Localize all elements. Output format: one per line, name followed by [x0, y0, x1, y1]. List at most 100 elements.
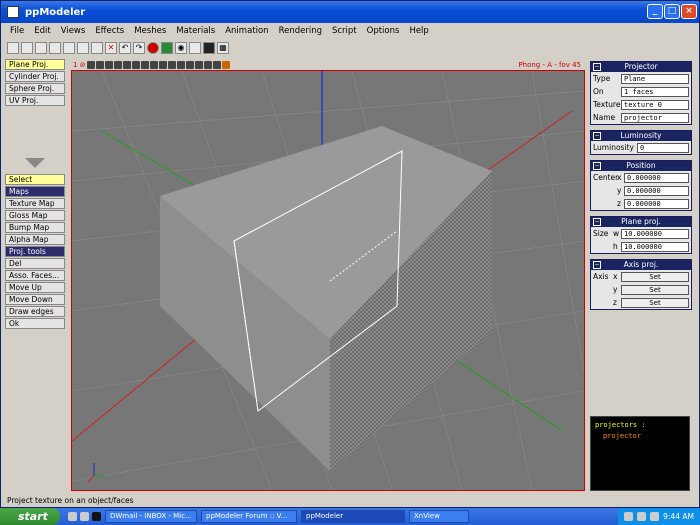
3d-viewport[interactable]	[71, 70, 585, 491]
type-field[interactable]: Plane	[621, 73, 689, 84]
set-y-button[interactable]: Set	[621, 284, 689, 295]
select-button[interactable]: Select	[5, 174, 65, 185]
maximize-button[interactable]: □	[664, 4, 680, 19]
center-y-field[interactable]: 0.000000	[624, 185, 689, 196]
task-dwmail[interactable]: DWmail - INBOX - Mic...	[105, 510, 197, 523]
move-icon[interactable]	[131, 60, 140, 69]
rotate-icon[interactable]	[140, 60, 149, 69]
dolly-icon[interactable]	[203, 60, 212, 69]
delete-icon[interactable]: ✕	[105, 42, 117, 54]
volume-icon[interactable]	[637, 512, 647, 521]
fly-icon[interactable]	[185, 60, 194, 69]
projector-panel-header[interactable]: − Projector	[591, 62, 691, 72]
asso-faces-button[interactable]: Asso. Faces...	[5, 270, 65, 281]
collapse-icon[interactable]: −	[593, 261, 601, 269]
menu-meshes[interactable]: Meshes	[129, 26, 171, 36]
position-panel-header[interactable]: − Position	[591, 161, 691, 171]
luminosity-panel-header[interactable]: − Luminosity	[591, 131, 691, 141]
uv-proj-button[interactable]: UV Proj.	[5, 95, 65, 106]
texture-field[interactable]: texture 0	[621, 99, 689, 110]
scene-canvas[interactable]	[72, 71, 584, 490]
gloss-map-button[interactable]: Gloss Map	[5, 210, 65, 221]
ie-icon[interactable]	[68, 512, 77, 521]
light-icon[interactable]	[167, 60, 176, 69]
cylinder-icon[interactable]	[104, 60, 113, 69]
collapse-icon[interactable]: −	[593, 162, 601, 170]
walk-icon[interactable]	[194, 60, 203, 69]
height-field[interactable]: 10.000000	[621, 241, 689, 252]
material-icon[interactable]	[189, 42, 201, 54]
set-x-button[interactable]: Set	[621, 271, 689, 282]
menu-help[interactable]: Help	[404, 26, 433, 36]
minimize-button[interactable]: _	[647, 4, 663, 19]
menu-script[interactable]: Script	[327, 26, 362, 36]
alpha-map-button[interactable]: Alpha Map	[5, 234, 65, 245]
task-xnview[interactable]: XnView	[409, 510, 469, 523]
maps-button[interactable]: Maps	[5, 186, 65, 197]
start-button[interactable]: start	[0, 508, 60, 525]
camera-icon[interactable]	[122, 60, 131, 69]
axis-proj-panel-header[interactable]: − Axis proj.	[591, 260, 691, 270]
luminosity-field[interactable]: 0	[637, 142, 689, 153]
menu-rendering[interactable]: Rendering	[274, 26, 327, 36]
frame-icon[interactable]: 1 ⊘	[73, 61, 86, 69]
grid-icon[interactable]: ▦	[217, 42, 229, 54]
task-forum[interactable]: ppModeler Forum :: V...	[201, 510, 297, 523]
menu-options[interactable]: Options	[362, 26, 405, 36]
pan-icon[interactable]	[212, 60, 221, 69]
on-field[interactable]: 1 faces	[621, 86, 689, 97]
collapse-icon[interactable]: −	[593, 132, 601, 140]
texture-map-button[interactable]: Texture Map	[5, 198, 65, 209]
center-z-field[interactable]: 0.000000	[624, 198, 689, 209]
move-down-button[interactable]: Move Down	[5, 294, 65, 305]
link-icon[interactable]	[158, 60, 167, 69]
menu-views[interactable]: Views	[56, 26, 91, 36]
cube-icon[interactable]	[86, 60, 95, 69]
sphere-icon[interactable]	[95, 60, 104, 69]
cut-icon[interactable]	[63, 42, 75, 54]
paste-icon[interactable]	[91, 42, 103, 54]
set-z-button[interactable]: Set	[621, 297, 689, 308]
draw-edges-button[interactable]: Draw edges	[5, 306, 65, 317]
network-icon[interactable]	[624, 512, 634, 521]
plane-proj-panel-header[interactable]: − Plane proj.	[591, 217, 691, 227]
undo-icon[interactable]: ↶	[119, 42, 131, 54]
move-up-button[interactable]: Move Up	[5, 282, 65, 293]
menu-materials[interactable]: Materials	[171, 26, 220, 36]
sphere-proj-button[interactable]: Sphere Proj.	[5, 83, 65, 94]
menu-file[interactable]: File	[5, 26, 29, 36]
record-icon[interactable]	[147, 42, 159, 54]
copy-icon[interactable]	[77, 42, 89, 54]
quicklaunch-icon[interactable]	[80, 512, 89, 521]
plane-proj-button[interactable]: Plane Proj.	[5, 59, 65, 70]
close-button[interactable]: ×	[681, 4, 697, 19]
cylinder-proj-button[interactable]: Cylinder Proj.	[5, 71, 65, 82]
bump-map-button[interactable]: Bump Map	[5, 222, 65, 233]
new-icon[interactable]	[7, 42, 19, 54]
task-ppmodeler[interactable]: ppModeler	[301, 510, 405, 523]
menu-effects[interactable]: Effects	[90, 26, 129, 36]
magnet-icon[interactable]	[176, 60, 185, 69]
save-as-icon[interactable]	[49, 42, 61, 54]
terminal-icon[interactable]	[92, 512, 101, 521]
clock[interactable]: 9:44 AM	[663, 512, 694, 521]
collapse-icon[interactable]: −	[593, 63, 601, 71]
collapse-icon[interactable]: −	[593, 218, 601, 226]
open-icon[interactable]	[21, 42, 33, 54]
proj-tools-button[interactable]: Proj. tools	[5, 246, 65, 257]
redo-icon[interactable]: ↷	[133, 42, 145, 54]
menu-animation[interactable]: Animation	[220, 26, 273, 36]
name-field[interactable]: projector	[621, 112, 689, 123]
ok-button[interactable]: Ok	[5, 318, 65, 329]
center-x-field[interactable]: 0.000000	[624, 172, 689, 183]
scale-icon[interactable]	[149, 60, 158, 69]
cone-icon[interactable]	[113, 60, 122, 69]
collapse-arrow-icon[interactable]	[5, 156, 65, 170]
width-field[interactable]: 10.000000	[621, 228, 689, 239]
save-icon[interactable]	[35, 42, 47, 54]
black-square-icon[interactable]	[203, 42, 215, 54]
hand-icon[interactable]	[221, 60, 230, 69]
render-icon[interactable]	[161, 42, 173, 54]
menu-edit[interactable]: Edit	[29, 26, 55, 36]
del-button[interactable]: Del	[5, 258, 65, 269]
